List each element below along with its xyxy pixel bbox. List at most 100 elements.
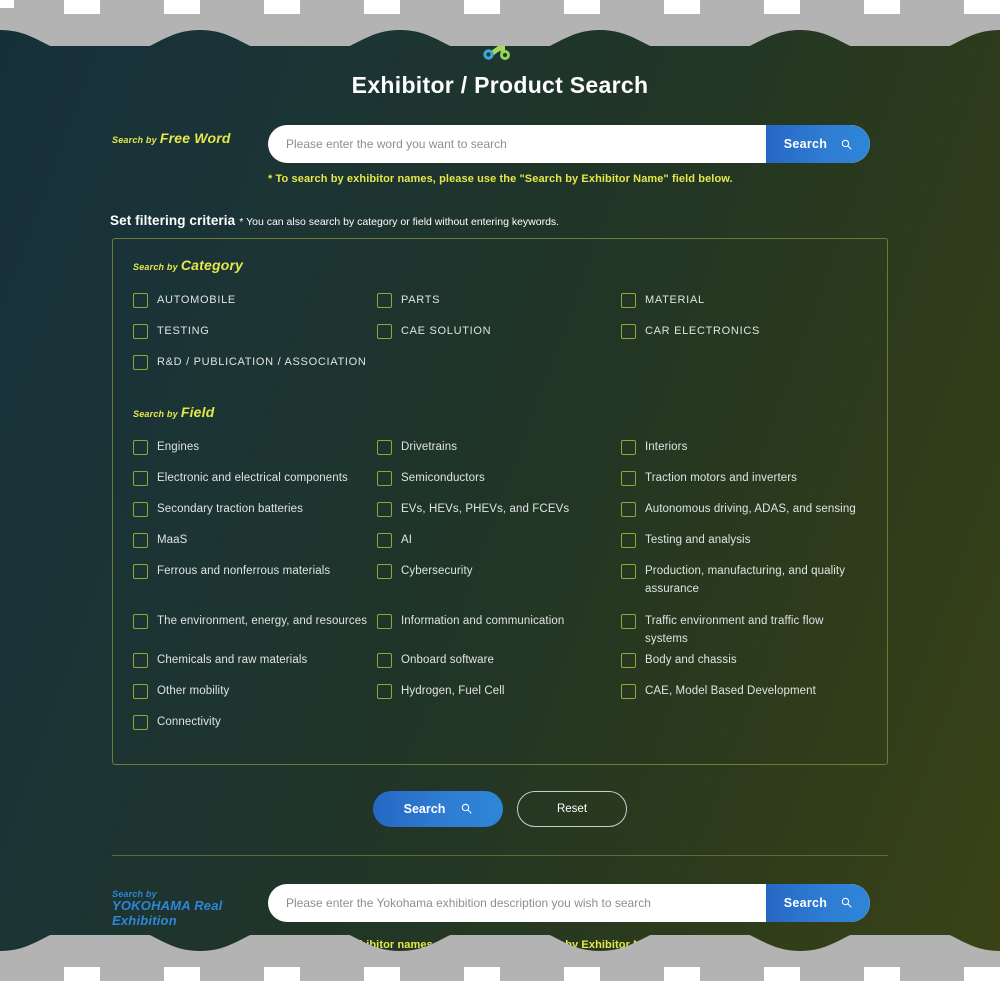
category-checkbox-car-electronics[interactable]: CAR ELECTRONICS: [621, 320, 867, 351]
magnifier-icon: [462, 803, 473, 814]
filter-reset-button[interactable]: Reset: [517, 790, 627, 827]
filter-heading-row: Set filtering criteria * You can also se…: [0, 213, 1000, 228]
yokohama-search-row: Search by YOKOHAMA Real Exhibition Searc…: [0, 883, 1000, 929]
category-label-large: Category: [180, 257, 244, 273]
checkbox-label: EVs, HEVs, PHEVs, and FCEVs: [401, 503, 570, 515]
checkbox-box[interactable]: [133, 714, 148, 730]
field-checkbox-engines[interactable]: Engines: [133, 436, 377, 467]
checkbox-box[interactable]: [133, 324, 148, 339]
checkbox-box[interactable]: [621, 652, 636, 668]
checkbox-box[interactable]: [377, 614, 392, 629]
category-checkbox-cae-solution[interactable]: CAE SOLUTION: [377, 320, 621, 351]
field-checkbox-maas[interactable]: MaaS: [133, 529, 377, 560]
checkbox-box[interactable]: [133, 652, 148, 668]
checkbox-box[interactable]: [133, 440, 148, 455]
category-checkbox-material[interactable]: MATERIAL: [621, 289, 867, 320]
checkbox-label: Other mobility: [157, 684, 230, 697]
checkbox-box[interactable]: [377, 683, 392, 699]
category-checkbox-parts[interactable]: PARTS: [377, 289, 621, 320]
checkbox-box[interactable]: [133, 293, 148, 308]
field-checkbox-ferrous-and-nonferrous-materials[interactable]: Ferrous and nonferrous materials: [133, 560, 377, 610]
field-checkbox-traction-motors-and-inverters[interactable]: Traction motors and inverters: [621, 467, 867, 498]
field-checkbox-evs-hevs-phevs-fcevs[interactable]: EVs, HEVs, PHEVs, and FCEVs: [377, 498, 621, 529]
checkbox-box[interactable]: [133, 533, 148, 548]
free-word-note: * To search by exhibitor names, please u…: [268, 173, 733, 185]
checkbox-box[interactable]: [377, 440, 392, 455]
yokohama-note: * To search by exhibitor names, please u…: [268, 938, 733, 951]
field-checkbox-secondary-traction-batteries[interactable]: Secondary traction batteries: [133, 498, 377, 529]
checkbox-box[interactable]: [133, 614, 148, 629]
checkbox-label: Interiors: [645, 441, 688, 453]
checkbox-label: AI: [401, 534, 413, 546]
category-checkbox-automobile[interactable]: AUTOMOBILE: [133, 289, 377, 320]
filter-search-button-label: Search: [403, 801, 446, 816]
field-checkbox-testing-and-analysis[interactable]: Testing and analysis: [621, 529, 867, 560]
field-checkbox-onboard-software[interactable]: Onboard software: [377, 649, 621, 680]
field-checkbox-production-manufacturing-quality-assurance[interactable]: Production, manufacturing, and quality a…: [621, 560, 867, 610]
checkbox-label: R&D / PUBLICATION / ASSOCIATION: [157, 356, 367, 368]
category-checkbox-testing[interactable]: TESTING: [133, 320, 377, 351]
field-label-large: Field: [180, 404, 215, 420]
field-label-small: Search by: [133, 409, 178, 419]
field-checkbox-interiors[interactable]: Interiors: [621, 436, 867, 467]
free-word-search-button-label: Search: [783, 137, 828, 151]
field-checkbox-traffic-environment-and-traffic-flow-systems[interactable]: Traffic environment and traffic flow sys…: [621, 610, 867, 649]
checkbox-box[interactable]: [133, 502, 148, 517]
page-root: Exhibitor / Product Search Search by Free…: [0, 0, 1000, 981]
checkbox-label: Connectivity: [157, 715, 221, 728]
checkbox-box[interactable]: [621, 502, 636, 517]
checkbox-box[interactable]: [621, 564, 636, 579]
checkbox-label: Drivetrains: [401, 441, 458, 453]
free-word-label: Search by Free Word: [112, 125, 268, 148]
category-checkbox-rd-publication-association[interactable]: R&D / PUBLICATION / ASSOCIATION: [133, 351, 377, 382]
field-checkbox-ai[interactable]: AI: [377, 529, 621, 560]
field-checkbox-drivetrains[interactable]: Drivetrains: [377, 436, 621, 467]
checkbox-box[interactable]: [621, 324, 636, 339]
field-checkbox-cae-model-based-development[interactable]: CAE, Model Based Development: [621, 680, 867, 711]
checkbox-box[interactable]: [377, 293, 392, 308]
filter-search-button[interactable]: Search: [373, 790, 503, 827]
field-checkbox-electronic-and-electrical-components[interactable]: Electronic and electrical components: [133, 467, 377, 498]
free-word-search-field: Search: [268, 125, 870, 163]
checkbox-box[interactable]: [621, 533, 636, 548]
checkbox-box[interactable]: [133, 564, 148, 579]
yokohama-label: Search by YOKOHAMA Real Exhibition: [112, 884, 268, 929]
free-word-search-button[interactable]: Search: [766, 125, 870, 163]
checkbox-box[interactable]: [621, 683, 636, 699]
checkbox-label: Electronic and electrical components: [157, 472, 348, 484]
yokohama-search-button[interactable]: Search: [766, 883, 870, 922]
checkbox-box[interactable]: [377, 652, 392, 668]
checkbox-box[interactable]: [133, 471, 148, 486]
exhibitor-logo-icon: [483, 36, 515, 60]
field-checkbox-cybersecurity[interactable]: Cybersecurity: [377, 560, 621, 610]
checkbox-label: Ferrous and nonferrous materials: [157, 565, 331, 577]
field-checkbox-hydrogen-fuel-cell[interactable]: Hydrogen, Fuel Cell: [377, 680, 621, 711]
checkbox-box[interactable]: [621, 293, 636, 308]
checkbox-box[interactable]: [621, 614, 636, 629]
yokohama-search-field: Search: [268, 883, 870, 922]
field-checkbox-information-and-communication[interactable]: Information and communication: [377, 610, 621, 649]
checkbox-box[interactable]: [377, 502, 392, 517]
free-word-label-large: Free Word: [159, 130, 231, 146]
field-checkbox-other-mobility[interactable]: Other mobility: [133, 680, 377, 711]
magnifier-icon: [842, 139, 852, 150]
checkbox-box[interactable]: [377, 564, 392, 579]
field-checkbox-autonomous-driving-adas-sensing[interactable]: Autonomous driving, ADAS, and sensing: [621, 498, 867, 529]
checkbox-box[interactable]: [621, 440, 636, 455]
field-checkbox-body-and-chassis[interactable]: Body and chassis: [621, 649, 867, 680]
free-word-search-input[interactable]: [268, 125, 766, 163]
checkbox-box[interactable]: [377, 471, 392, 486]
checkbox-label: MaaS: [157, 534, 188, 546]
checkbox-box[interactable]: [621, 471, 636, 486]
field-checkbox-chemicals-and-raw-materials[interactable]: Chemicals and raw materials: [133, 649, 377, 680]
field-checkbox-connectivity[interactable]: Connectivity: [133, 711, 377, 742]
checkbox-box[interactable]: [133, 355, 148, 370]
checkbox-box[interactable]: [377, 324, 392, 339]
filter-heading-note: * You can also search by category or fie…: [239, 216, 560, 228]
checkbox-box[interactable]: [377, 533, 392, 548]
checkbox-label: Cybersecurity: [401, 565, 473, 577]
field-checkbox-environment-energy-resources[interactable]: The environment, energy, and resources: [133, 610, 377, 649]
yokohama-search-input[interactable]: [268, 883, 766, 922]
checkbox-box[interactable]: [133, 683, 148, 699]
field-checkbox-semiconductors[interactable]: Semiconductors: [377, 467, 621, 498]
